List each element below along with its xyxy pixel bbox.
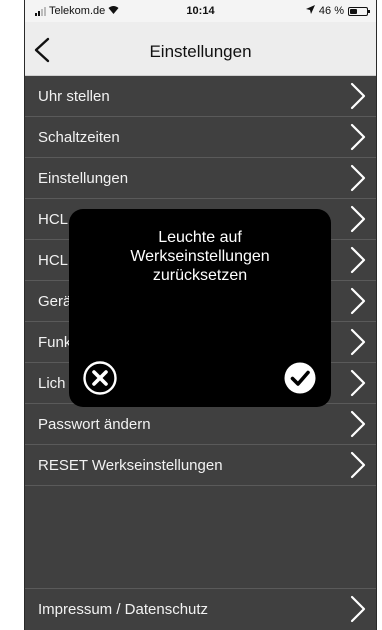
- menu-item-passwort-aendern[interactable]: Passwort ändern: [25, 404, 376, 445]
- menu-item-schaltzeiten[interactable]: Schaltzeiten: [25, 117, 376, 158]
- chevron-right-icon: [350, 451, 366, 479]
- chevron-right-icon: [350, 246, 366, 274]
- menu-item-label: Impressum / Datenschutz: [38, 601, 209, 618]
- cancel-button[interactable]: [83, 361, 117, 395]
- navigation-bar: Einstellungen: [25, 22, 376, 76]
- menu-item-label: HCL: [38, 252, 69, 269]
- app-screen: Telekom.de 10:14 46 % Einstellungen Uhr …: [24, 0, 377, 630]
- battery-group: 46 %: [305, 5, 370, 17]
- menu-item-uhr-stellen[interactable]: Uhr stellen: [25, 76, 376, 117]
- confirm-button[interactable]: [283, 361, 317, 395]
- dialog-message: Leuchte auf Werkseinstellungen zurückset…: [130, 229, 270, 284]
- location-icon: [305, 5, 315, 17]
- status-bar: Telekom.de 10:14 46 %: [25, 0, 376, 22]
- battery-percent: 46 %: [318, 5, 344, 17]
- confirm-check-icon: [284, 362, 316, 394]
- menu-item-reset-werkseinstellungen[interactable]: RESET Werkseinstellungen: [25, 445, 376, 486]
- menu-item-label: Gerä: [38, 293, 72, 310]
- chevron-right-icon: [350, 410, 366, 438]
- menu-item-impressum-datenschutz[interactable]: Impressum / Datenschutz: [25, 588, 376, 630]
- menu-item-label: RESET Werkseinstellungen: [38, 457, 223, 474]
- chevron-right-icon: [350, 328, 366, 356]
- cancel-circle-icon: [83, 361, 117, 395]
- page-title: Einstellungen: [149, 42, 252, 61]
- reset-confirm-dialog: Leuchte auf Werkseinstellungen zurückset…: [69, 209, 331, 407]
- menu-item-label: Einstellungen: [38, 170, 129, 187]
- chevron-right-icon: [350, 123, 366, 151]
- menu-item-einstellungen[interactable]: Einstellungen: [25, 158, 376, 199]
- battery-icon: [348, 6, 370, 16]
- menu-item-label: Funk: [38, 334, 72, 351]
- chevron-right-icon: [350, 287, 366, 315]
- chevron-right-icon: [350, 595, 366, 623]
- chevron-right-icon: [350, 369, 366, 397]
- menu-item-label: HCL: [38, 211, 69, 228]
- chevron-right-icon: [350, 82, 366, 110]
- menu-item-label: Uhr stellen: [38, 88, 110, 105]
- menu-item-label: Passwort ändern: [38, 416, 151, 433]
- menu-item-label: Lich: [38, 375, 66, 392]
- chevron-right-icon: [350, 205, 366, 233]
- menu-item-label: Schaltzeiten: [38, 129, 120, 146]
- chevron-right-icon: [350, 164, 366, 192]
